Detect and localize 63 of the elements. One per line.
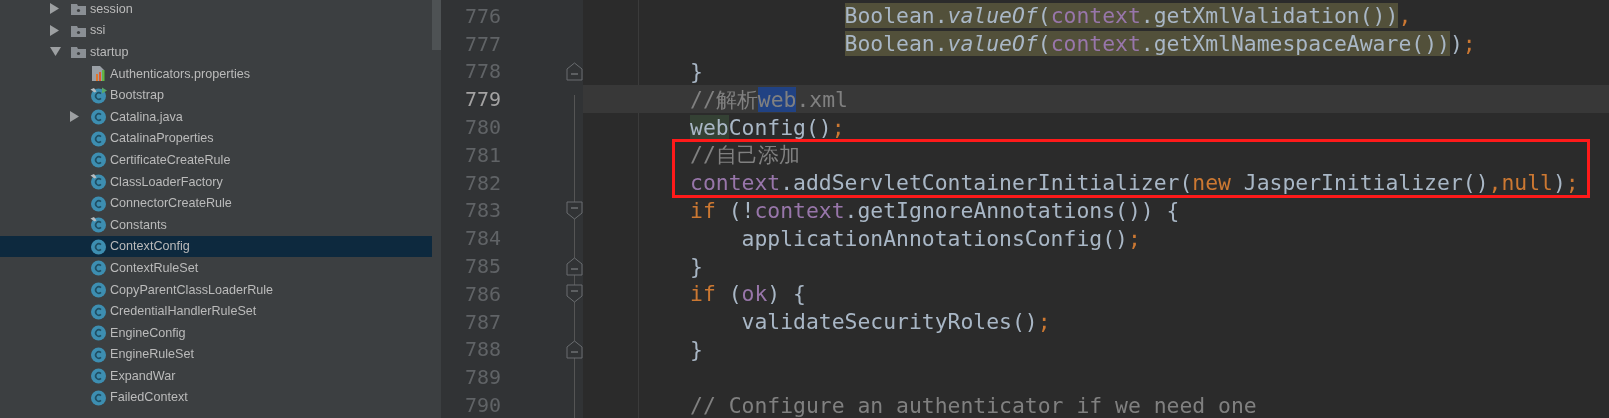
code-line: webConfig();	[689, 113, 845, 141]
tree-row[interactable]: CredentialHandlerRuleSet	[0, 300, 432, 322]
file-name: EngineRuleSet	[110, 347, 195, 362]
tree-row[interactable]: ContextConfig	[0, 235, 432, 258]
scrollbar-thumb[interactable]	[432, 0, 441, 50]
tree-row[interactable]: session	[0, 0, 432, 20]
code-line: if (!context.getIgnoreAnnotations()) {	[689, 196, 1180, 224]
file-name: startup	[90, 45, 129, 59]
triangle-down-icon[interactable]	[50, 47, 61, 57]
triangle-right-icon[interactable]	[70, 111, 79, 123]
tree-row[interactable]: FailedContext	[0, 386, 432, 409]
tree-row[interactable]: ConnectorCreateRule	[0, 192, 432, 214]
tree-row[interactable]: EngineConfig	[0, 321, 432, 344]
file-name: ContextConfig	[110, 239, 190, 254]
tree-row[interactable]: startup	[0, 41, 432, 63]
file-name: CatalinaProperties	[110, 131, 214, 146]
fold-icon[interactable]	[566, 284, 583, 304]
file-name: FailedContext	[110, 390, 188, 405]
tree-row[interactable]: EngineRuleSet	[0, 343, 432, 366]
tree-row[interactable]: CopyParentClassLoaderRule	[0, 278, 432, 301]
tree-row[interactable]: CertificateCreateRule	[0, 149, 432, 171]
file-name: session	[90, 1, 133, 16]
tree-row[interactable]: CatalinaProperties	[0, 127, 432, 150]
file-name: EngineConfig	[110, 325, 186, 340]
code-line: // Configure an authenticator if we need one	[689, 391, 1257, 418]
tree-row[interactable]: ssi	[0, 19, 432, 42]
code-line: }	[689, 335, 703, 363]
file-name: ConnectorCreateRule	[110, 196, 232, 211]
file-name: ssi	[90, 23, 106, 38]
tree-row[interactable]: ExpandWar	[0, 365, 432, 387]
code-line: applicationAnnotationsConfig();	[740, 224, 1141, 252]
tree-row[interactable]: Authenticators.properties	[0, 62, 432, 85]
file-name: ExpandWar	[110, 368, 176, 383]
fold-icon[interactable]	[566, 256, 583, 276]
tree-row[interactable]: Bootstrap	[0, 84, 432, 106]
code-line: if (ok) {	[689, 280, 806, 308]
tree-row[interactable]: ClassLoaderFactory	[0, 170, 432, 193]
file-name: ClassLoaderFactory	[110, 174, 223, 189]
file-name: ContextRuleSet	[110, 260, 199, 275]
tree-row[interactable]: Catalina.java	[0, 105, 432, 128]
tree-row[interactable]: ContextRuleSet	[0, 257, 432, 279]
triangle-right-icon[interactable]	[50, 24, 59, 36]
code-line: }	[689, 252, 703, 280]
fold-icon[interactable]	[566, 339, 583, 359]
file-name: Bootstrap	[110, 88, 164, 103]
file-name: CopyParentClassLoaderRule	[110, 282, 274, 297]
file-name: CertificateCreateRule	[110, 152, 231, 167]
line-number: 779	[463, 87, 501, 112]
triangle-right-icon[interactable]	[50, 3, 59, 15]
fold-icon[interactable]	[566, 62, 583, 81]
file-name: CredentialHandlerRuleSet	[110, 304, 257, 319]
code-line: validateSecurityRoles();	[740, 308, 1051, 336]
code-line: //自己添加	[689, 141, 800, 169]
tree-row[interactable]: Constants	[0, 213, 432, 236]
file-name: Authenticators.properties	[110, 66, 250, 81]
fold-icon[interactable]	[566, 200, 583, 220]
code-line: context.addServletContainerInitializer(new JasperInitializer(),null);	[689, 169, 1579, 197]
code-line: Boolean.valueOf(context.getXmlNamespaceAware()));	[843, 30, 1476, 58]
file-name: Catalina.java	[110, 109, 183, 124]
code-line: Boolean.valueOf(context.getXmlValidation()),	[843, 2, 1412, 30]
code-line: }	[689, 58, 703, 85]
file-name: Constants	[110, 217, 167, 232]
properties-file-icon	[90, 65, 107, 83]
